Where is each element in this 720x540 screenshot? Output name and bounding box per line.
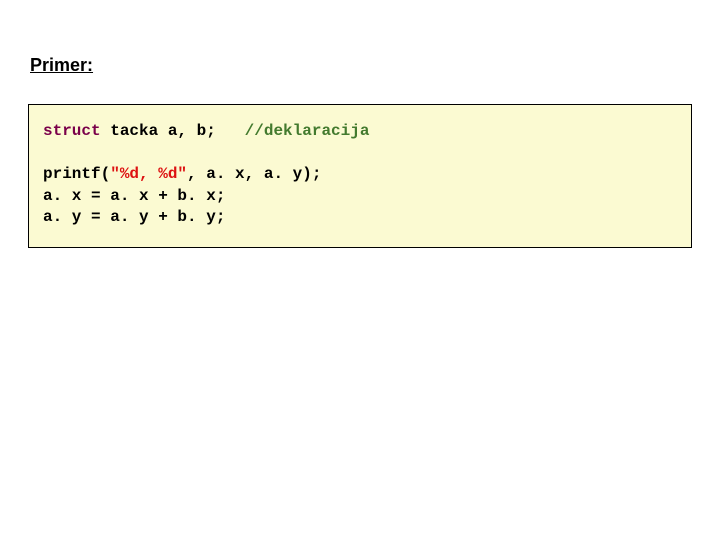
code-text: tacka a, b; — [101, 122, 245, 140]
page: Primer: struct tacka a, b; //deklaracija… — [0, 0, 720, 248]
code-comment: //deklaracija — [245, 122, 370, 140]
code-blank-line — [43, 143, 677, 165]
code-keyword: struct — [43, 122, 101, 140]
code-text: , a. x, a. y); — [187, 165, 321, 183]
code-block: struct tacka a, b; //deklaracija printf(… — [28, 104, 692, 248]
code-line: a. y = a. y + b. y; — [43, 207, 677, 229]
code-line: struct tacka a, b; //deklaracija — [43, 121, 677, 143]
code-line: a. x = a. x + b. x; — [43, 186, 677, 208]
code-text: printf( — [43, 165, 110, 183]
code-string: "%d, %d" — [110, 165, 187, 183]
code-line: printf("%d, %d", a. x, a. y); — [43, 164, 677, 186]
section-heading: Primer: — [30, 55, 692, 76]
